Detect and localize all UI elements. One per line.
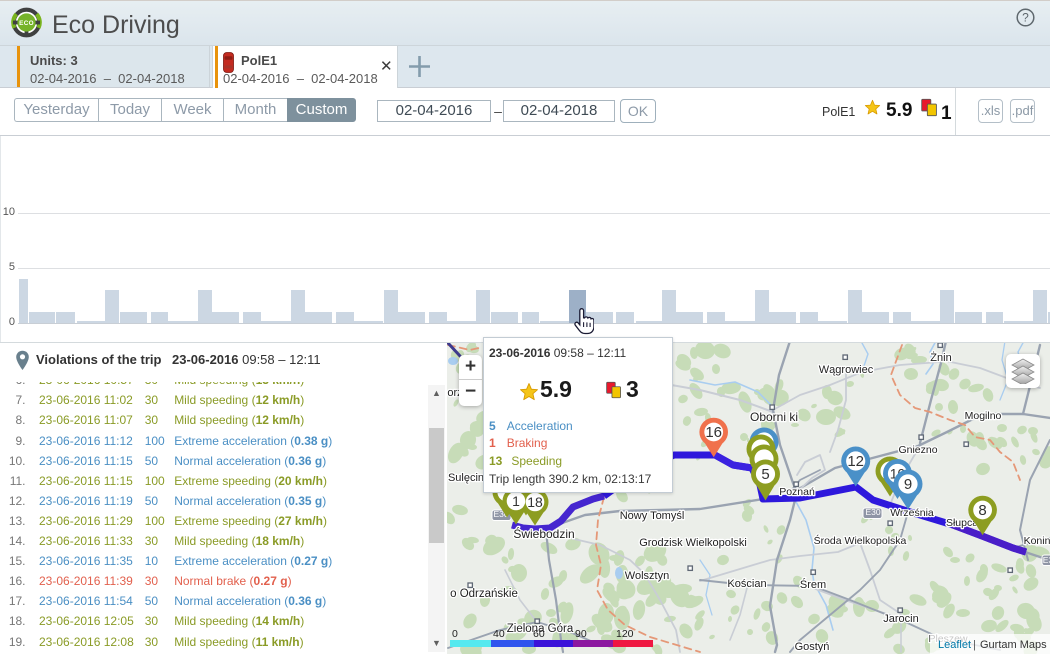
svg-text:Wągrowiec: Wągrowiec	[819, 364, 874, 376]
svg-text:Środa Wielkopolska: Środa Wielkopolska	[814, 534, 907, 547]
svg-text:120: 120	[616, 628, 634, 640]
svg-text:Sulęcin: Sulęcin	[448, 472, 484, 484]
svg-text:90: 90	[575, 628, 587, 640]
svg-text:Świebodzin: Świebodzin	[513, 526, 574, 541]
svg-text:Leaflet: Leaflet	[938, 639, 971, 651]
svg-text:Gurtam Maps: Gurtam Maps	[980, 639, 1047, 651]
svg-text:Poznań: Poznań	[779, 486, 815, 498]
svg-text:Jarocin: Jarocin	[883, 613, 918, 625]
svg-text:12: 12	[847, 453, 864, 470]
svg-text:Śrem: Śrem	[800, 578, 826, 591]
svg-text:E30: E30	[865, 507, 880, 517]
svg-text:E3: E3	[1043, 555, 1050, 565]
svg-text:Grodzisk Wielkopolski: Grodzisk Wielkopolski	[639, 537, 747, 549]
svg-text:16: 16	[705, 424, 722, 441]
svg-text:Kościan: Kościan	[727, 578, 766, 590]
svg-text:40: 40	[493, 628, 505, 640]
svg-text:1: 1	[512, 493, 520, 509]
svg-text:8: 8	[978, 502, 986, 519]
svg-text:Września: Września	[890, 507, 934, 519]
svg-text:9: 9	[904, 476, 912, 493]
svg-text:0: 0	[452, 628, 458, 640]
svg-text:Oborni ki: Oborni ki	[750, 410, 798, 424]
svg-text:o Odrzańskie: o Odrzańskie	[450, 588, 518, 600]
svg-text:Nowy Tomyśl: Nowy Tomyśl	[620, 510, 685, 522]
svg-text:Gniezno: Gniezno	[898, 444, 937, 456]
svg-text:Konin: Konin	[1024, 535, 1050, 547]
svg-text:Mogilno: Mogilno	[965, 410, 1002, 422]
svg-text:Gostyń: Gostyń	[795, 641, 830, 653]
svg-text:|: |	[973, 639, 976, 651]
svg-text:Wolsztyn: Wolsztyn	[625, 570, 669, 582]
svg-text:Żnin: Żnin	[930, 351, 951, 364]
svg-text:5: 5	[761, 466, 769, 483]
svg-text:18: 18	[527, 494, 543, 510]
svg-text:60: 60	[533, 628, 545, 640]
